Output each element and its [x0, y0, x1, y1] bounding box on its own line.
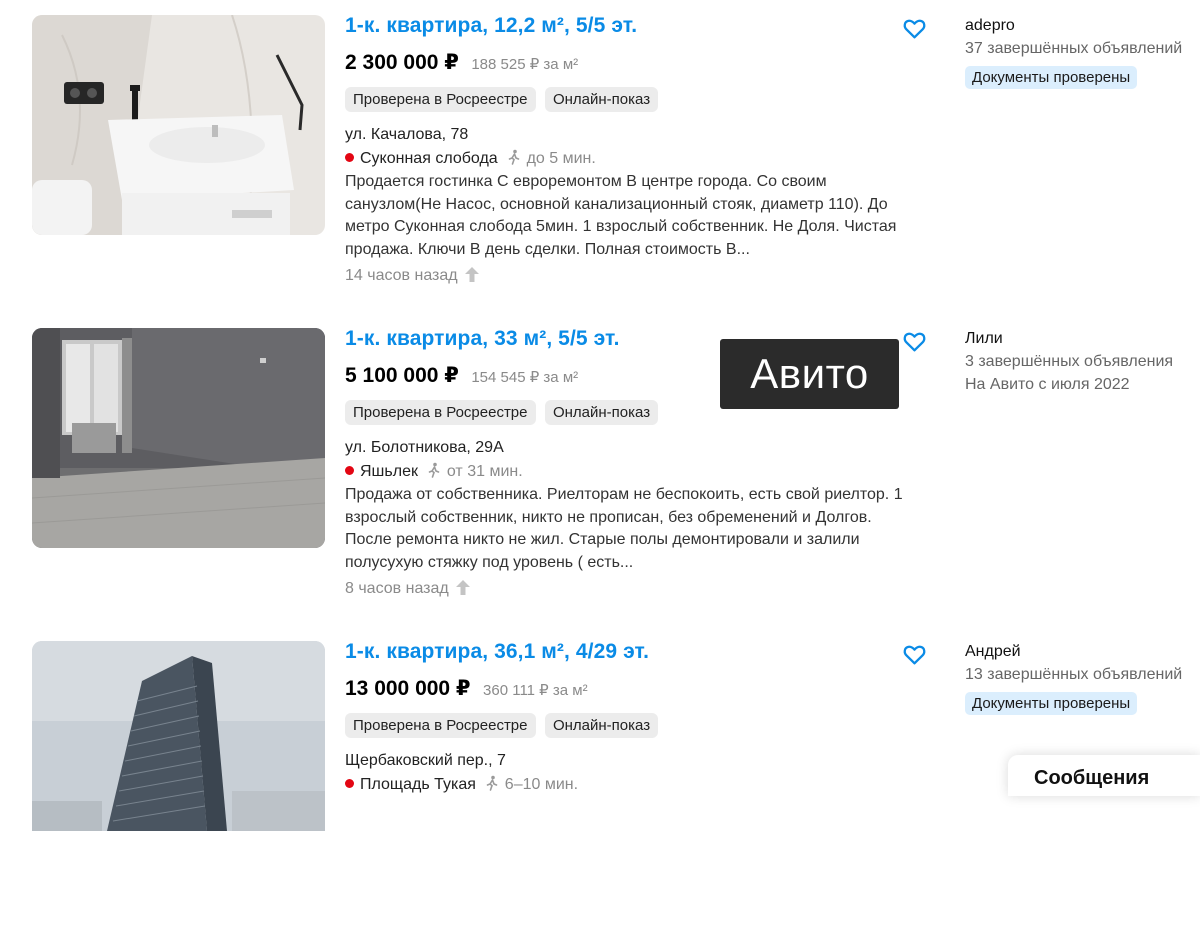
price-per-sqm: 154 545 ₽ за м²	[471, 369, 579, 386]
price-row: 13 000 000 ₽ 360 111 ₽ за м²	[345, 676, 588, 701]
building-photo	[32, 641, 325, 831]
seller-name[interactable]: Андрей	[965, 643, 1021, 661]
seller-completed-ads: 13 завершённых объявлений	[965, 666, 1183, 683]
tag-online-showing: Онлайн-показ	[544, 400, 659, 425]
metro-line-dot	[345, 779, 354, 788]
messages-button[interactable]: Сообщения	[1008, 755, 1200, 796]
tags: Проверена в Росреестре Онлайн-показ	[345, 87, 663, 112]
listing-photo[interactable]	[32, 15, 325, 235]
listing-title[interactable]: 1-к. квартира, 36,1 м², 4/29 эт.	[345, 640, 649, 664]
avito-watermark: Авито	[720, 339, 899, 409]
address: ул. Болотникова, 29А	[345, 439, 504, 456]
room-photo	[32, 328, 325, 548]
seller-completed-ads: 37 завершённых объявлений	[965, 40, 1183, 57]
seller-name[interactable]: adepro	[965, 17, 1015, 35]
metro-info: Суконная слобода до 5 мин.	[345, 149, 596, 168]
metro-station: Площадь Тукая	[360, 776, 476, 793]
tag-rosreestr: Проверена в Росреестре	[345, 400, 536, 425]
posted-label: 14 часов назад	[345, 267, 458, 284]
metro-walk-time: до 5 мин.	[526, 150, 596, 167]
price-per-sqm: 188 525 ₽ за м²	[471, 56, 579, 73]
raise-arrow-icon	[456, 580, 471, 595]
walking-icon	[484, 775, 500, 791]
price: 5 100 000 ₽	[345, 364, 459, 387]
documents-verified-badge: Документы проверены	[965, 692, 1138, 715]
metro-info: Площадь Тукая 6–10 мин.	[345, 775, 578, 794]
metro-station: Суконная слобода	[360, 150, 498, 167]
price: 13 000 000 ₽	[345, 677, 471, 700]
metro-line-dot	[345, 153, 354, 162]
listing-title[interactable]: 1-к. квартира, 12,2 м², 5/5 эт.	[345, 14, 637, 38]
listing-description: Продается гостинка С евроремонтом В цент…	[345, 173, 897, 258]
price-row: 5 100 000 ₽ 154 545 ₽ за м²	[345, 363, 578, 388]
walking-icon	[426, 462, 442, 478]
posted-label: 8 часов назад	[345, 580, 449, 597]
address: ул. Качалова, 78	[345, 126, 469, 143]
tag-rosreestr: Проверена в Росреестре	[345, 87, 536, 112]
price-per-sqm: 360 111 ₽ за м²	[483, 682, 588, 699]
bathroom-photo	[32, 15, 325, 235]
metro-walk-time: от 31 мин.	[446, 463, 523, 480]
tags: Проверена в Росреестре Онлайн-показ	[345, 400, 663, 425]
seller-name[interactable]: Лили	[965, 330, 1003, 348]
listing-title[interactable]: 1-к. квартира, 33 м², 5/5 эт.	[345, 327, 620, 351]
metro-info: Яшьлек от 31 мин.	[345, 462, 523, 481]
listing-photo[interactable]	[32, 328, 325, 548]
tag-online-showing: Онлайн-показ	[544, 87, 659, 112]
posted-time: 8 часов назад	[345, 580, 471, 598]
address: Щербаковский пер., 7	[345, 752, 506, 769]
documents-verified-badge: Документы проверены	[965, 66, 1138, 89]
listing-photo[interactable]	[32, 641, 325, 831]
metro-station: Яшьлек	[360, 463, 418, 480]
price-row: 2 300 000 ₽ 188 525 ₽ за м²	[345, 50, 578, 75]
listing-card: 1-к. квартира, 12,2 м², 5/5 эт. 2 300 00…	[0, 0, 1200, 300]
favorite-heart-icon[interactable]	[902, 16, 927, 41]
favorite-heart-icon[interactable]	[902, 642, 927, 667]
tag-rosreestr: Проверена в Росреестре	[345, 713, 536, 738]
raise-arrow-icon	[465, 267, 480, 282]
favorite-heart-icon[interactable]	[902, 329, 927, 354]
listing-card: 1-к. квартира, 33 м², 5/5 эт. 5 100 000 …	[0, 313, 1200, 613]
seller-completed-ads: 3 завершённых объявления	[965, 353, 1174, 370]
posted-time: 14 часов назад	[345, 267, 480, 285]
seller-since: На Авито с июля 2022	[965, 376, 1130, 393]
listing-description: Продажа от собственника. Риелторам не бе…	[345, 486, 903, 571]
metro-line-dot	[345, 466, 354, 475]
tag-online-showing: Онлайн-показ	[544, 713, 659, 738]
price: 2 300 000 ₽	[345, 51, 459, 74]
walking-icon	[506, 149, 522, 165]
tags: Проверена в Росреестре Онлайн-показ	[345, 713, 663, 738]
metro-walk-time: 6–10 мин.	[504, 776, 579, 793]
